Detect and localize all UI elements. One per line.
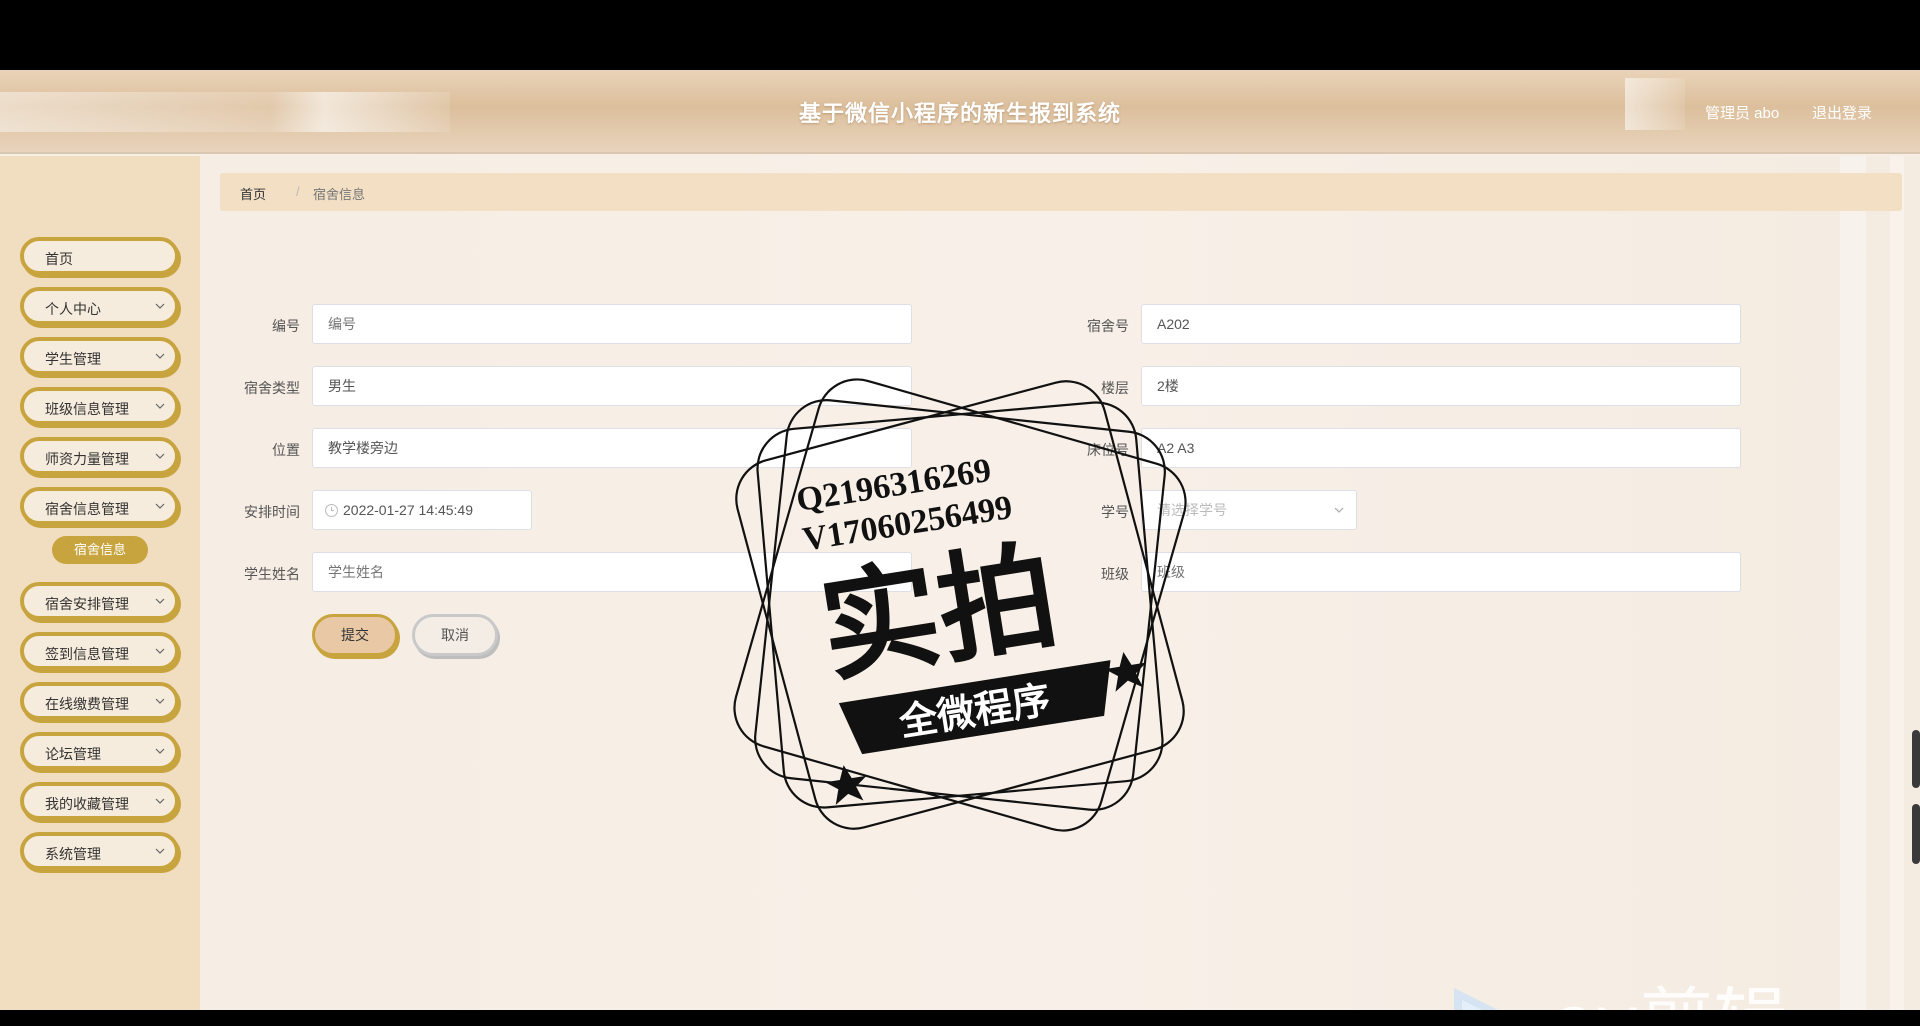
chevron-down-icon: [1334, 507, 1344, 513]
background-decoration: [1840, 156, 1866, 1010]
chevron-down-icon: [155, 353, 165, 359]
submit-button[interactable]: 提交: [312, 614, 398, 656]
sidebar-item-checkin-management[interactable]: 签到信息管理: [20, 632, 179, 670]
current-user-label: 管理员 abo: [1705, 105, 1780, 122]
banji-input[interactable]: [1141, 552, 1741, 592]
sidebar-item-label: 首页: [45, 251, 73, 267]
watermark-stamp: Q2196316269 V17060256499 实拍 全微程序: [733, 378, 1187, 832]
clock-icon: [325, 504, 338, 517]
logout-link[interactable]: 退出登录: [1812, 102, 1872, 123]
bianhao-input[interactable]: [312, 304, 912, 344]
sidebar-item-payment-management[interactable]: 在线缴费管理: [20, 682, 179, 720]
sidebar-item-label: 个人中心: [45, 301, 101, 317]
chevron-down-icon: [155, 503, 165, 509]
chevron-down-icon: [155, 748, 165, 754]
sidebar-item-label: 宿舍安排管理: [45, 596, 129, 612]
breadcrumb-separator: /: [296, 184, 300, 199]
star-icon: [825, 765, 867, 805]
top-header: 基于微信小程序的新生报到系统 管理员 abo 退出登录: [0, 70, 1920, 154]
chevron-down-icon: [155, 798, 165, 804]
breadcrumb: 首页 / 宿舍信息: [220, 173, 1902, 211]
app-title: 基于微信小程序的新生报到系统: [798, 101, 1121, 126]
sidebar-item-label: 宿舍信息管理: [45, 501, 129, 517]
sidebar-item-system-management[interactable]: 系统管理: [20, 832, 179, 870]
sidebar-item-dorm-management[interactable]: 宿舍信息管理: [20, 487, 179, 525]
sidebar-item-class-management[interactable]: 班级信息管理: [20, 387, 179, 425]
anpai-shijian-picker[interactable]: 2022-01-27 14:45:49: [312, 490, 532, 530]
chevron-down-icon: [155, 453, 165, 459]
chuangweihao-input[interactable]: A2 A3: [1141, 428, 1741, 468]
background-decoration: [1890, 156, 1904, 1010]
breadcrumb-home-link[interactable]: 首页: [240, 184, 266, 203]
chevron-down-icon: [155, 403, 165, 409]
sushehao-label: 宿舍号: [1087, 318, 1129, 334]
bianhao-label: 编号: [272, 318, 300, 334]
sidebar-item-label: 师资力量管理: [45, 451, 129, 467]
ev-logo-text: ev剪辑: [1550, 980, 1787, 1010]
sidebar-menu: 首页 个人中心 学生管理 班级信息管理 师资力量管理 宿舍信息管理 宿舍信息 宿…: [0, 156, 200, 1010]
chevron-down-icon: [155, 848, 165, 854]
sushehao-input[interactable]: A202: [1141, 304, 1741, 344]
sidebar-item-dorm-arrangement[interactable]: 宿舍安排管理: [20, 582, 179, 620]
louceng-input[interactable]: 2楼: [1141, 366, 1741, 406]
sidebar-item-label: 论坛管理: [45, 746, 101, 762]
sidebar-subitem-dorm-info[interactable]: 宿舍信息: [52, 536, 148, 564]
anpai-shijian-label: 安排时间: [244, 504, 300, 520]
chevron-down-icon: [155, 598, 165, 604]
sidebar-item-label: 学生管理: [45, 351, 101, 367]
video-letterbox-top: [0, 0, 1920, 70]
watermark-big-text: 实拍: [812, 526, 1067, 699]
sidebar-item-label: 我的收藏管理: [45, 796, 129, 812]
chevron-down-icon: [155, 648, 165, 654]
anpai-shijian-value: 2022-01-27 14:45:49: [343, 502, 473, 518]
sidebar-item-favorites-management[interactable]: 我的收藏管理: [20, 782, 179, 820]
breadcrumb-current: 宿舍信息: [313, 187, 366, 202]
sidebar-item-personal-center[interactable]: 个人中心: [20, 287, 179, 325]
chevron-down-icon: [155, 303, 165, 309]
weizhi-label: 位置: [272, 442, 300, 458]
cancel-button[interactable]: 取消: [412, 614, 498, 656]
sidebar-item-student-management[interactable]: 学生管理: [20, 337, 179, 375]
sidebar-item-forum-management[interactable]: 论坛管理: [20, 732, 179, 770]
sidebar-item-label: 签到信息管理: [45, 646, 129, 662]
sidebar-item-label: 在线缴费管理: [45, 696, 129, 712]
chevron-down-icon: [155, 698, 165, 704]
scrollbar-thumb[interactable]: [1912, 730, 1920, 788]
sidebar-item-faculty-management[interactable]: 师资力量管理: [20, 437, 179, 475]
sidebar-item-label: 系统管理: [45, 846, 101, 862]
xuesheng-xingming-label: 学生姓名: [244, 566, 300, 582]
sidebar-item-label: 班级信息管理: [45, 401, 129, 417]
video-letterbox-bottom: [0, 1010, 1920, 1026]
admin-app: 基于微信小程序的新生报到系统 管理员 abo 退出登录 首页 个人中心 学生管理…: [0, 70, 1920, 1010]
ev-editor-logo: ev剪辑: [1454, 980, 1787, 1010]
sidebar-item-home[interactable]: 首页: [20, 237, 179, 275]
scrollbar-thumb[interactable]: [1912, 804, 1920, 864]
sushe-leixing-label: 宿舍类型: [244, 380, 300, 396]
